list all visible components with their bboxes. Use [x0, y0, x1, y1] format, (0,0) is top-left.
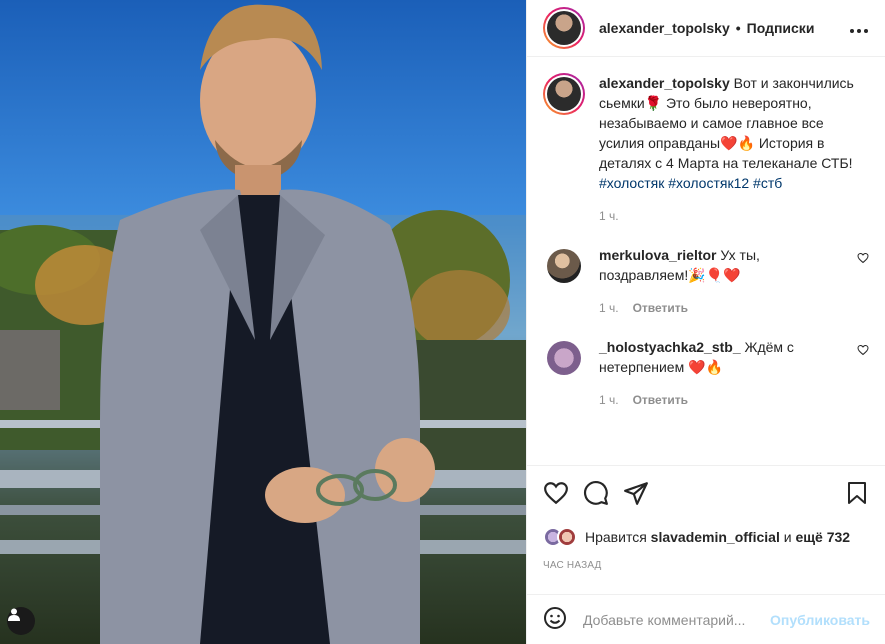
- likes-count[interactable]: ещё 732: [795, 529, 850, 545]
- caption-avatar[interactable]: [543, 73, 585, 115]
- caption: alexander_topolsky Вот и закончились сье…: [543, 73, 869, 223]
- user-tag-icon[interactable]: [7, 607, 35, 635]
- more-icon[interactable]: [849, 18, 869, 39]
- commenter-username[interactable]: _holostyachka2_stb_: [599, 339, 741, 355]
- commenter-avatar[interactable]: [547, 341, 581, 375]
- author-username[interactable]: alexander_topolsky: [599, 20, 730, 36]
- emoji-icon[interactable]: [543, 606, 567, 633]
- reply-button[interactable]: Ответить: [633, 393, 688, 407]
- heart-icon[interactable]: [543, 480, 569, 509]
- author-avatar[interactable]: [543, 7, 585, 49]
- commenter-username[interactable]: merkulova_rieltor: [599, 247, 717, 263]
- caption-time: 1 ч.: [599, 209, 619, 223]
- likes-middle: и: [783, 529, 792, 545]
- add-comment-bar: Опубликовать: [527, 594, 885, 644]
- comment-icon[interactable]: [583, 480, 609, 509]
- likes-summary[interactable]: Нравится slavademin_official и ещё 732: [527, 523, 885, 551]
- commenter-avatar[interactable]: [547, 249, 581, 283]
- comment-item: merkulova_rieltor Ух ты, поздравляем!🎉🎈❤…: [543, 245, 869, 315]
- likes-prefix: Нравится: [585, 529, 647, 545]
- liker-avatar: [557, 527, 577, 547]
- post-side-panel: alexander_topolsky • Подписки alexander_…: [526, 0, 885, 644]
- post-time: ЧАС НАЗАД: [543, 560, 602, 571]
- post-photo[interactable]: [0, 0, 526, 644]
- bookmark-icon[interactable]: [845, 480, 869, 509]
- comments-list: alexander_topolsky Вот и закончились сье…: [527, 57, 885, 465]
- photo-illustration: [0, 4, 526, 644]
- reply-button[interactable]: Ответить: [633, 301, 688, 315]
- post-header: alexander_topolsky • Подписки: [527, 0, 885, 57]
- like-comment-heart-icon[interactable]: [857, 343, 869, 359]
- comment-time: 1 ч.: [599, 393, 619, 407]
- share-icon[interactable]: [623, 480, 649, 509]
- comment-input[interactable]: [583, 611, 771, 628]
- caption-hashtags[interactable]: #холостяк #холостяк12 #стб: [599, 175, 782, 191]
- following-button[interactable]: Подписки: [747, 20, 815, 36]
- separator-dot: •: [735, 20, 741, 36]
- comment-item: _holostyachka2_stb_ Ждём с нетерпением ❤…: [543, 337, 869, 407]
- likes-user[interactable]: slavademin_official: [651, 529, 780, 545]
- publish-button[interactable]: Опубликовать: [770, 612, 870, 628]
- post-actions: [527, 465, 885, 523]
- like-comment-heart-icon[interactable]: [857, 251, 869, 267]
- comment-time: 1 ч.: [599, 301, 619, 315]
- caption-username[interactable]: alexander_topolsky: [599, 75, 730, 91]
